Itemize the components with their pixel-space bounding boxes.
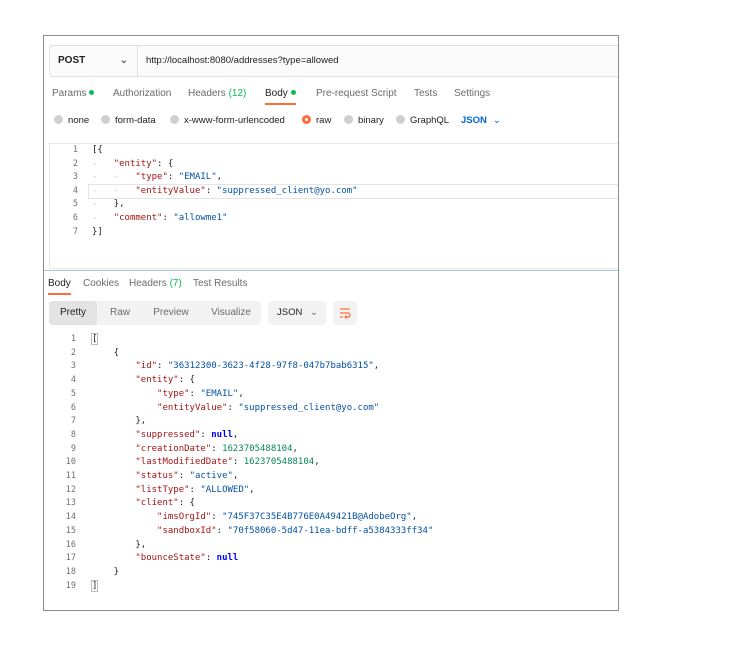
tab-label: Test Results xyxy=(193,278,248,289)
format-label: JSON xyxy=(277,307,303,318)
radio-circle xyxy=(54,114,63,124)
tab-body[interactable]: Body xyxy=(265,88,296,105)
radio-raw[interactable]: raw xyxy=(302,114,331,128)
radio-circle xyxy=(396,114,405,124)
tab-authorization[interactable]: Authorization xyxy=(113,88,171,99)
radio-circle-selected xyxy=(302,114,311,124)
view-pretty[interactable]: Pretty xyxy=(49,301,97,325)
active-tab-underline xyxy=(48,293,71,295)
request-bar: POST ⌄ http://localhost:8080/addresses?t… xyxy=(49,45,618,77)
radio-label: binary xyxy=(358,115,384,126)
radio-x-www-form-urlencoded[interactable]: x-www-form-urlencoded xyxy=(170,114,285,128)
tab-label: Tests xyxy=(414,88,438,99)
response-body-viewer: 1[ 2 { 3 "id": "36312300-3623-4f28-97f8-… xyxy=(65,333,434,592)
tab-label: Authorization xyxy=(113,88,172,99)
view-raw[interactable]: Raw xyxy=(99,301,141,325)
radio-label: none xyxy=(68,115,90,126)
tab-response-body[interactable]: Body xyxy=(48,278,71,295)
url-input[interactable]: http://localhost:8080/addresses?type=all… xyxy=(146,46,339,76)
radio-label: raw xyxy=(316,115,332,126)
active-tab-underline xyxy=(265,103,296,105)
chevron-down-icon: ⌄ xyxy=(492,115,501,126)
response-format-select[interactable]: JSON ⌄ xyxy=(268,301,326,325)
wrap-lines-icon xyxy=(340,308,351,319)
tab-label: Body xyxy=(48,278,71,289)
status-dot xyxy=(290,89,296,95)
radio-label: x-www-form-urlencoded xyxy=(184,115,285,126)
method-select[interactable]: POST ⌄ xyxy=(50,46,138,76)
postman-window: POST ⌄ http://localhost:8080/addresses?t… xyxy=(43,35,619,611)
tab-count: (12) xyxy=(228,88,247,99)
chevron-down-icon: ⌄ xyxy=(310,307,318,318)
tab-label: Settings xyxy=(454,88,491,99)
radio-form-data[interactable]: form-data xyxy=(101,114,156,128)
tab-label: Headers xyxy=(129,278,167,289)
radio-circle xyxy=(344,114,353,124)
radio-none[interactable]: none xyxy=(54,114,89,128)
format-label: JSON xyxy=(461,115,487,126)
tab-count: (7) xyxy=(169,278,182,289)
radio-label: GraphQL xyxy=(410,115,450,126)
request-body-editor[interactable]: 1[{ 2- "entity": { 3- - "type": "EMAIL",… xyxy=(49,143,618,269)
chevron-down-icon: ⌄ xyxy=(119,55,128,66)
tab-params[interactable]: Params xyxy=(52,88,95,99)
wrap-lines-button[interactable] xyxy=(333,301,357,325)
tab-label: Body xyxy=(265,88,288,99)
tab-label: Headers xyxy=(188,88,226,99)
tab-label: Cookies xyxy=(83,278,120,289)
radio-label: form-data xyxy=(115,115,156,126)
view-mode-segmented-control: Pretty Raw Preview Visualize xyxy=(49,301,261,325)
tab-label: Params xyxy=(52,88,87,99)
view-preview[interactable]: Preview xyxy=(143,301,199,325)
tab-label: Pre-request Script xyxy=(316,88,397,99)
radio-graphql[interactable]: GraphQL xyxy=(396,114,449,128)
tab-response-headers[interactable]: Headers (7) xyxy=(129,278,182,289)
pane-divider[interactable] xyxy=(44,270,618,271)
tab-cookies[interactable]: Cookies xyxy=(83,278,119,289)
tab-test-results[interactable]: Test Results xyxy=(193,278,247,289)
tab-tests[interactable]: Tests xyxy=(414,88,437,99)
tab-settings[interactable]: Settings xyxy=(454,88,490,99)
method-label: POST xyxy=(58,55,86,66)
radio-circle xyxy=(101,114,110,124)
view-visualize[interactable]: Visualize xyxy=(201,301,261,325)
tab-headers[interactable]: Headers (12) xyxy=(188,88,246,99)
tab-pre-request-script[interactable]: Pre-request Script xyxy=(316,88,397,99)
body-format-select[interactable]: JSON ⌄ xyxy=(461,114,501,128)
radio-circle xyxy=(170,114,179,124)
radio-binary[interactable]: binary xyxy=(344,114,384,128)
status-dot xyxy=(89,89,95,95)
